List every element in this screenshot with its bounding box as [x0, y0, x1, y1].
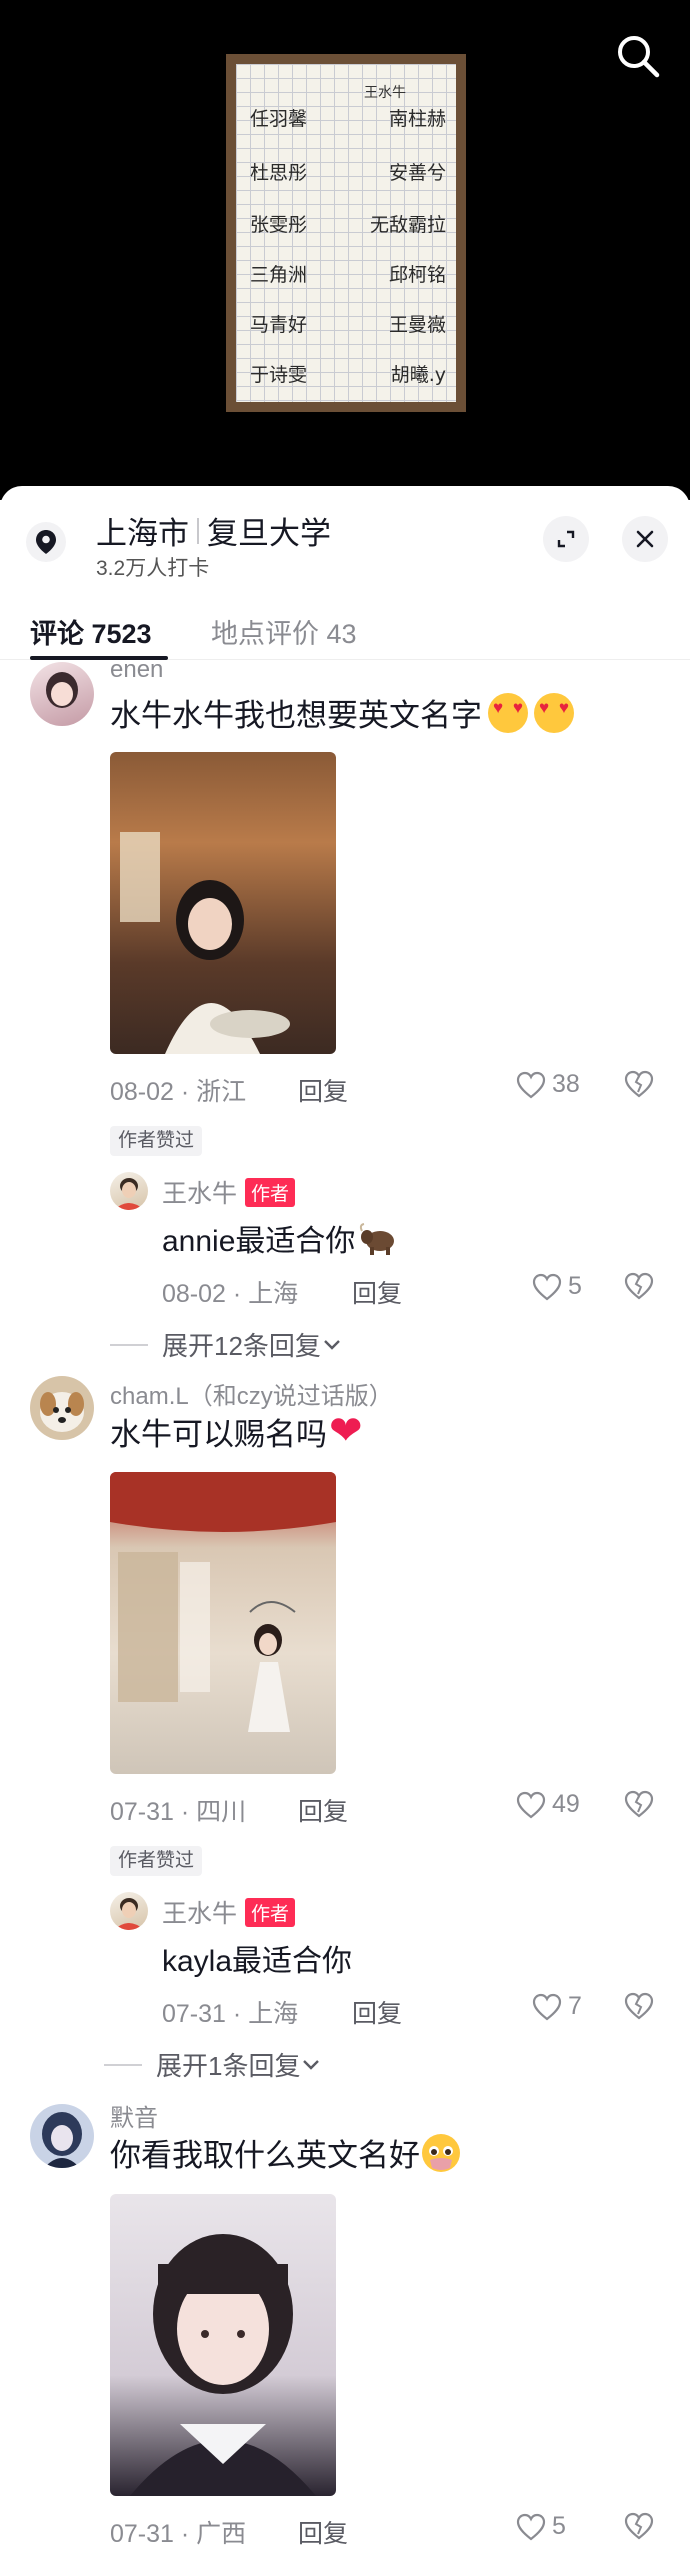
author-liked-badge: 作者赞过 [110, 1846, 203, 1876]
heart-icon [516, 1071, 546, 1098]
expand-replies-button[interactable]: 展开1条回复 [104, 2046, 322, 2083]
checkin-count: 3.2万人打卡 [96, 557, 210, 580]
video-preview[interactable]: 王水牛 任羽馨 南柱赫 杜思彤 安善兮 张雯彤 无敌霸拉 三角洲 邱柯铭 马青好 王曼嶶 … [0, 0, 690, 500]
location-city: 上海市 [96, 516, 189, 551]
like-button[interactable]: 38 [516, 1070, 580, 1099]
broken-heart-icon [624, 2512, 654, 2540]
like-button[interactable]: 5 [516, 2512, 566, 2541]
expand-icon [557, 530, 575, 548]
avatar[interactable] [30, 2104, 94, 2168]
expand-replies-label: 展开1条回复 [156, 2051, 301, 2081]
search-button[interactable] [610, 28, 666, 84]
comment-photo[interactable] [110, 1472, 336, 1774]
broken-heart-icon [624, 1790, 654, 1818]
like-count: 5 [552, 2512, 566, 2540]
comment-photo[interactable] [110, 2194, 336, 2496]
reply-button[interactable]: 回复 [298, 1792, 348, 1828]
comment-text: 水牛水牛我也想要英文名字 [110, 690, 574, 735]
avatar[interactable] [30, 662, 94, 726]
author-tag: 作者 [245, 1177, 296, 1207]
dislike-button[interactable] [624, 1992, 654, 2025]
reply-button[interactable]: 回复 [352, 1994, 402, 2030]
comment-text: 水牛可以赐名吗 ❤ [110, 1409, 363, 1453]
comment-photo[interactable] [110, 752, 336, 1054]
comment-username[interactable]: enen [110, 656, 163, 684]
dislike-button[interactable] [624, 1790, 654, 1823]
broken-heart-icon [624, 1070, 654, 1098]
reply-author[interactable]: 王水牛 作者 [162, 1894, 296, 1930]
tab-bar: 评论 7523 地点评价 43 [0, 604, 690, 660]
location-pin-icon [26, 522, 66, 562]
comment-date-region: 08-02 · 浙江 [110, 1078, 247, 1106]
avatar[interactable] [30, 1376, 94, 1440]
note-row: 于诗雯 胡曦.y [250, 364, 446, 386]
comments-sheet: 上海市 复旦大学 3.2万人打卡 评论 7523 地点评价 43 enen 水牛… [0, 486, 690, 2572]
like-button[interactable]: 7 [532, 1992, 582, 2021]
divider [197, 517, 199, 544]
reply-username: 王水牛 [162, 1900, 238, 1928]
heart-eyes-emoji-icon [534, 692, 574, 733]
note-row: 杜思彤 安善兮 [250, 162, 446, 184]
tab-comments[interactable]: 评论 7523 [30, 612, 152, 651]
location-place: 复旦大学 [207, 516, 331, 551]
divider [104, 2063, 142, 2066]
author-tag: 作者 [245, 1897, 296, 1927]
red-heart-emoji-icon: ❤ [329, 1409, 363, 1453]
location-title[interactable]: 上海市 复旦大学 [96, 508, 331, 553]
broken-heart-icon [624, 1272, 654, 1300]
reply-button[interactable]: 回复 [352, 1274, 402, 1310]
reply-date-region: 07-31 · 上海 [162, 2000, 299, 2028]
reply-username: 王水牛 [162, 1180, 238, 1208]
dislike-button[interactable] [624, 1070, 654, 1103]
note-header: 王水牛 [364, 85, 406, 101]
like-count: 7 [568, 1992, 582, 2020]
like-count: 49 [552, 1790, 580, 1818]
note-row: 马青好 王曼嶶 [250, 314, 446, 336]
search-icon [618, 36, 660, 78]
dislike-button[interactable] [624, 2512, 654, 2545]
note-row: 张雯彤 无敌霸拉 [250, 214, 446, 236]
like-count: 5 [568, 1272, 582, 1300]
close-button[interactable] [622, 516, 668, 562]
comment-username[interactable]: cham.L（和czy说过话版） [110, 1376, 393, 1411]
pleading-face-emoji-icon [422, 2133, 460, 2172]
handwritten-note-photo: 王水牛 任羽馨 南柱赫 杜思彤 安善兮 张雯彤 无敌霸拉 三角洲 邱柯铭 马青好 王曼嶶 … [226, 54, 466, 412]
avatar[interactable] [110, 1172, 148, 1210]
like-button[interactable]: 49 [516, 1790, 580, 1819]
reply-button[interactable]: 回复 [298, 1072, 348, 1108]
chevron-down-icon [324, 1339, 340, 1350]
expand-replies-button[interactable]: 展开12条回复 [110, 1326, 343, 1363]
heart-eyes-emoji-icon [488, 692, 528, 733]
divider [110, 1343, 148, 1346]
like-button[interactable]: 5 [532, 1272, 582, 1301]
close-icon [636, 530, 654, 548]
comment-date-region: 07-31 · 广西 [110, 2520, 247, 2548]
heart-icon [532, 1273, 562, 1300]
reply-text: kayla最适合你 [162, 1945, 353, 1978]
expand-replies-label: 展开12条回复 [162, 1331, 321, 1361]
comment-text: 你看我取什么英文名好 [110, 2130, 462, 2175]
broken-heart-icon [624, 1992, 654, 2020]
dislike-button[interactable] [624, 1272, 654, 1305]
expand-sheet-button[interactable] [543, 516, 589, 562]
reply-author[interactable]: 王水牛 作者 [162, 1174, 296, 1210]
author-liked-badge: 作者赞过 [110, 1126, 203, 1156]
comment-date-region: 07-31 · 四川 [110, 1798, 247, 1826]
note-row: 三角洲 邱柯铭 [250, 264, 446, 286]
tab-place-reviews[interactable]: 地点评价 43 [211, 612, 357, 651]
water-buffalo-emoji-icon [360, 1223, 395, 1255]
reply-text: annie最适合你 [162, 1216, 397, 1260]
heart-icon [516, 2513, 546, 2540]
heart-icon [516, 1791, 546, 1818]
reply-date-region: 08-02 · 上海 [162, 1280, 299, 1308]
chevron-down-icon [303, 2059, 320, 2070]
like-count: 38 [552, 1070, 580, 1098]
avatar[interactable] [110, 1892, 148, 1930]
note-row: 任羽馨 南柱赫 [250, 108, 446, 130]
heart-icon [532, 1993, 562, 2020]
comment-username[interactable]: 默音 [110, 2098, 158, 2133]
reply-button[interactable]: 回复 [298, 2514, 348, 2550]
